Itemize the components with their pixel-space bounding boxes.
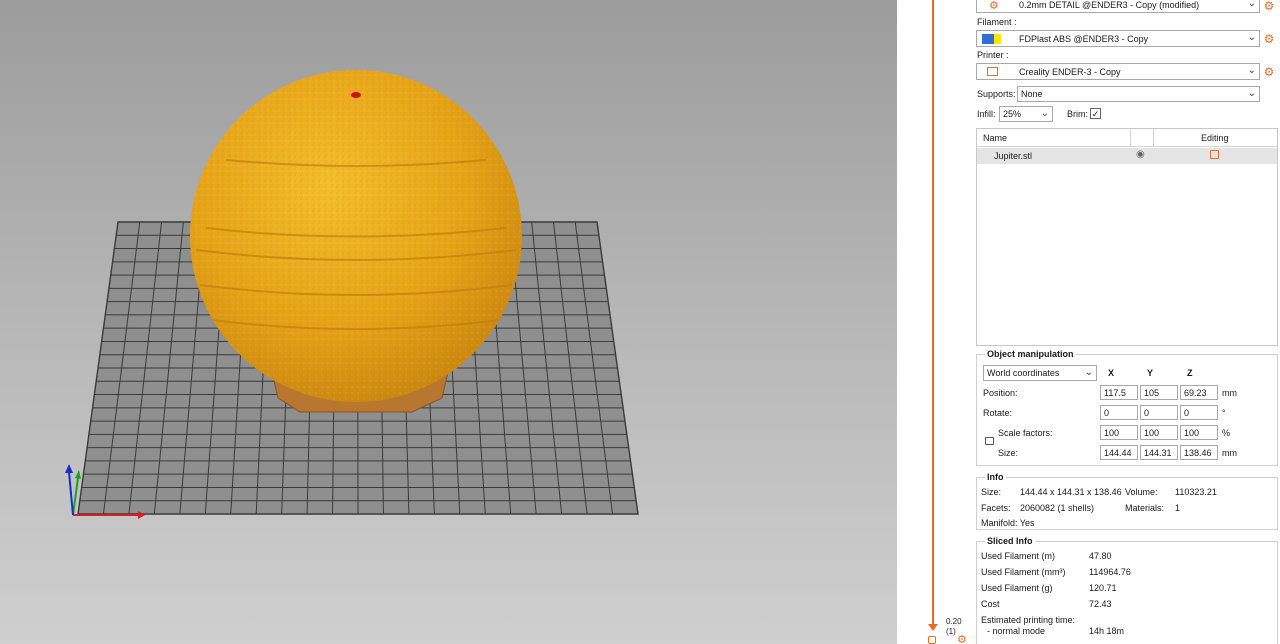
lock-scale-icon[interactable] xyxy=(985,437,994,445)
coordinate-system-select[interactable]: World coordinates ⌄ xyxy=(983,365,1097,381)
info-facets-label: Facets: xyxy=(981,503,1011,513)
info-materials-value: 1 xyxy=(1175,503,1181,513)
position-y-field[interactable]: 105 xyxy=(1140,385,1178,400)
edit-settings-icon[interactable] xyxy=(1210,150,1219,159)
printer-preset-value: Creality ENDER-3 - Copy xyxy=(1019,67,1121,77)
sliced-info-value: 72.43 xyxy=(1089,599,1112,609)
object-manipulation-group: Object manipulation World coordinates ⌄ … xyxy=(976,349,1278,466)
printer-label: Printer : xyxy=(977,50,1009,60)
info-manifold: Manifold: Yes xyxy=(981,518,1035,528)
coordinate-system-value: World coordinates xyxy=(987,368,1060,378)
object-name: Jupiter.stl xyxy=(994,151,1033,161)
printer-preset-select[interactable]: Creality ENDER-3 - Copy ⌄ xyxy=(976,63,1260,80)
supports-select[interactable]: None ⌄ xyxy=(1017,86,1260,102)
position-label: Position: xyxy=(983,388,1018,398)
scale-x-field[interactable]: 100 xyxy=(1100,425,1138,440)
info-materials-label: Materials: xyxy=(1125,503,1165,513)
scale-label: Scale factors: xyxy=(998,428,1053,438)
rotate-label: Rotate: xyxy=(983,408,1013,418)
axis-z-header: Z xyxy=(1187,368,1193,378)
layer-slider-handle[interactable] xyxy=(928,624,938,631)
infill-value: 25% xyxy=(1003,109,1022,119)
info-facets-value: 2060082 (1 shells) xyxy=(1020,503,1095,513)
object-manipulation-title: Object manipulation xyxy=(985,349,1076,359)
info-volume-label: Volume: xyxy=(1125,487,1158,497)
info-group: Info Size: 144.44 x 144.31 x 138.46 Volu… xyxy=(976,472,1278,530)
filament-color-swatch xyxy=(982,34,994,44)
sliced-info-label: Used Filament (m) xyxy=(981,551,1056,561)
filament-preset-value: FDPlast ABS @ENDER3 - Copy xyxy=(1019,34,1149,44)
sliced-info-title: Sliced Info xyxy=(985,536,1035,546)
sliced-info-value: 47.80 xyxy=(1089,551,1112,561)
rotate-unit: ° xyxy=(1222,408,1226,418)
gear-icon[interactable]: ⚙ xyxy=(957,635,967,644)
info-title: Info xyxy=(985,472,1006,482)
eye-icon[interactable]: ◉ xyxy=(1136,149,1145,160)
3d-viewport[interactable] xyxy=(0,0,897,644)
position-z-field[interactable]: 69.23 xyxy=(1180,385,1218,400)
axis-x-header: X xyxy=(1108,368,1115,378)
infill-select[interactable]: 25% ⌄ xyxy=(999,106,1053,122)
rotate-y-field[interactable]: 0 xyxy=(1140,405,1178,420)
supports-value: None xyxy=(1021,89,1043,99)
layer-slider-track[interactable] xyxy=(932,0,934,626)
rotate-x-field[interactable]: 0 xyxy=(1100,405,1138,420)
sliced-info-label: Used Filament (g) xyxy=(981,583,1053,593)
print-preset-gear-icon[interactable]: ⚙ xyxy=(1263,0,1275,12)
filament-preset-gear-icon[interactable]: ⚙ xyxy=(1263,33,1275,45)
object-list[interactable]: Name Editing Jupiter.stl ◉ xyxy=(976,128,1278,346)
position-x-field[interactable]: 117.5 xyxy=(1100,385,1138,400)
printer-icon xyxy=(987,67,998,76)
seam-marker xyxy=(351,92,361,98)
brim-checkbox[interactable]: ✓ xyxy=(1090,108,1101,119)
chevron-down-icon: ⌄ xyxy=(1247,88,1256,99)
axis-y-header: Y xyxy=(1147,368,1154,378)
size-y-field[interactable]: 144.31 xyxy=(1140,445,1178,460)
info-size-value: 144.44 x 144.31 x 138.46 xyxy=(1020,487,1122,497)
sliced-info-label: Used Filament (mm³) xyxy=(981,567,1066,577)
infill-label: Infill: xyxy=(977,109,996,119)
layer-slider-column: 0.20 (1) ⚙ xyxy=(897,0,974,644)
info-size-label: Size: xyxy=(981,487,1002,497)
chevron-down-icon: ⌄ xyxy=(1247,65,1256,76)
print-time-label: Estimated printing time: xyxy=(981,615,1076,625)
lock-icon[interactable] xyxy=(928,636,936,644)
supports-label: Supports: xyxy=(977,89,1016,99)
sliced-info-value: 114964.76 xyxy=(1089,567,1131,577)
chevron-down-icon: ⌄ xyxy=(1084,367,1093,378)
brim-label: Brim: xyxy=(1067,109,1088,119)
column-name[interactable]: Name xyxy=(983,133,1007,143)
chevron-down-icon: ⌄ xyxy=(1247,32,1256,43)
scale-unit: % xyxy=(1222,428,1231,438)
info-volume-value: 110323.21 xyxy=(1175,487,1217,497)
position-unit: mm xyxy=(1222,388,1237,398)
filament-color-swatch-2 xyxy=(994,34,1001,44)
print-preset-select[interactable]: ⚙ 0.2mm DETAIL @ENDER3 - Copy (modified)… xyxy=(976,0,1260,13)
object-list-header: Name Editing xyxy=(977,129,1277,147)
size-x-field[interactable]: 144.44 xyxy=(1100,445,1138,460)
rotate-z-field[interactable]: 0 xyxy=(1180,405,1218,420)
print-settings-icon: ⚙ xyxy=(989,0,999,12)
sliced-info-group: Sliced Info Used Filament (m) 47.80 Used… xyxy=(976,536,1278,644)
filament-label: Filament : xyxy=(977,17,1017,27)
print-mode-label: - normal mode xyxy=(987,626,1046,636)
chevron-down-icon: ⌄ xyxy=(1247,0,1256,9)
print-preset-value: 0.2mm DETAIL @ENDER3 - Copy (modified) xyxy=(1019,0,1200,10)
scale-z-field[interactable]: 100 xyxy=(1180,425,1218,440)
print-time-value: 14h 18m xyxy=(1089,626,1125,636)
scene-canvas[interactable] xyxy=(0,0,897,644)
sliced-info-value: 120.71 xyxy=(1089,583,1117,593)
scale-y-field[interactable]: 100 xyxy=(1140,425,1178,440)
filament-preset-select[interactable]: FDPlast ABS @ENDER3 - Copy ⌄ xyxy=(976,30,1260,47)
size-label: Size: xyxy=(998,448,1019,458)
size-z-field[interactable]: 138.46 xyxy=(1180,445,1218,460)
list-item[interactable]: Jupiter.stl ◉ xyxy=(977,148,1277,164)
sidebar-panel: ⚙ 0.2mm DETAIL @ENDER3 - Copy (modified)… xyxy=(974,0,1280,644)
sliced-info-label: Cost xyxy=(981,599,1000,609)
chevron-down-icon: ⌄ xyxy=(1040,108,1049,119)
size-unit: mm xyxy=(1222,448,1237,458)
column-editing[interactable]: Editing xyxy=(1201,133,1229,143)
printer-preset-gear-icon[interactable]: ⚙ xyxy=(1263,66,1275,78)
